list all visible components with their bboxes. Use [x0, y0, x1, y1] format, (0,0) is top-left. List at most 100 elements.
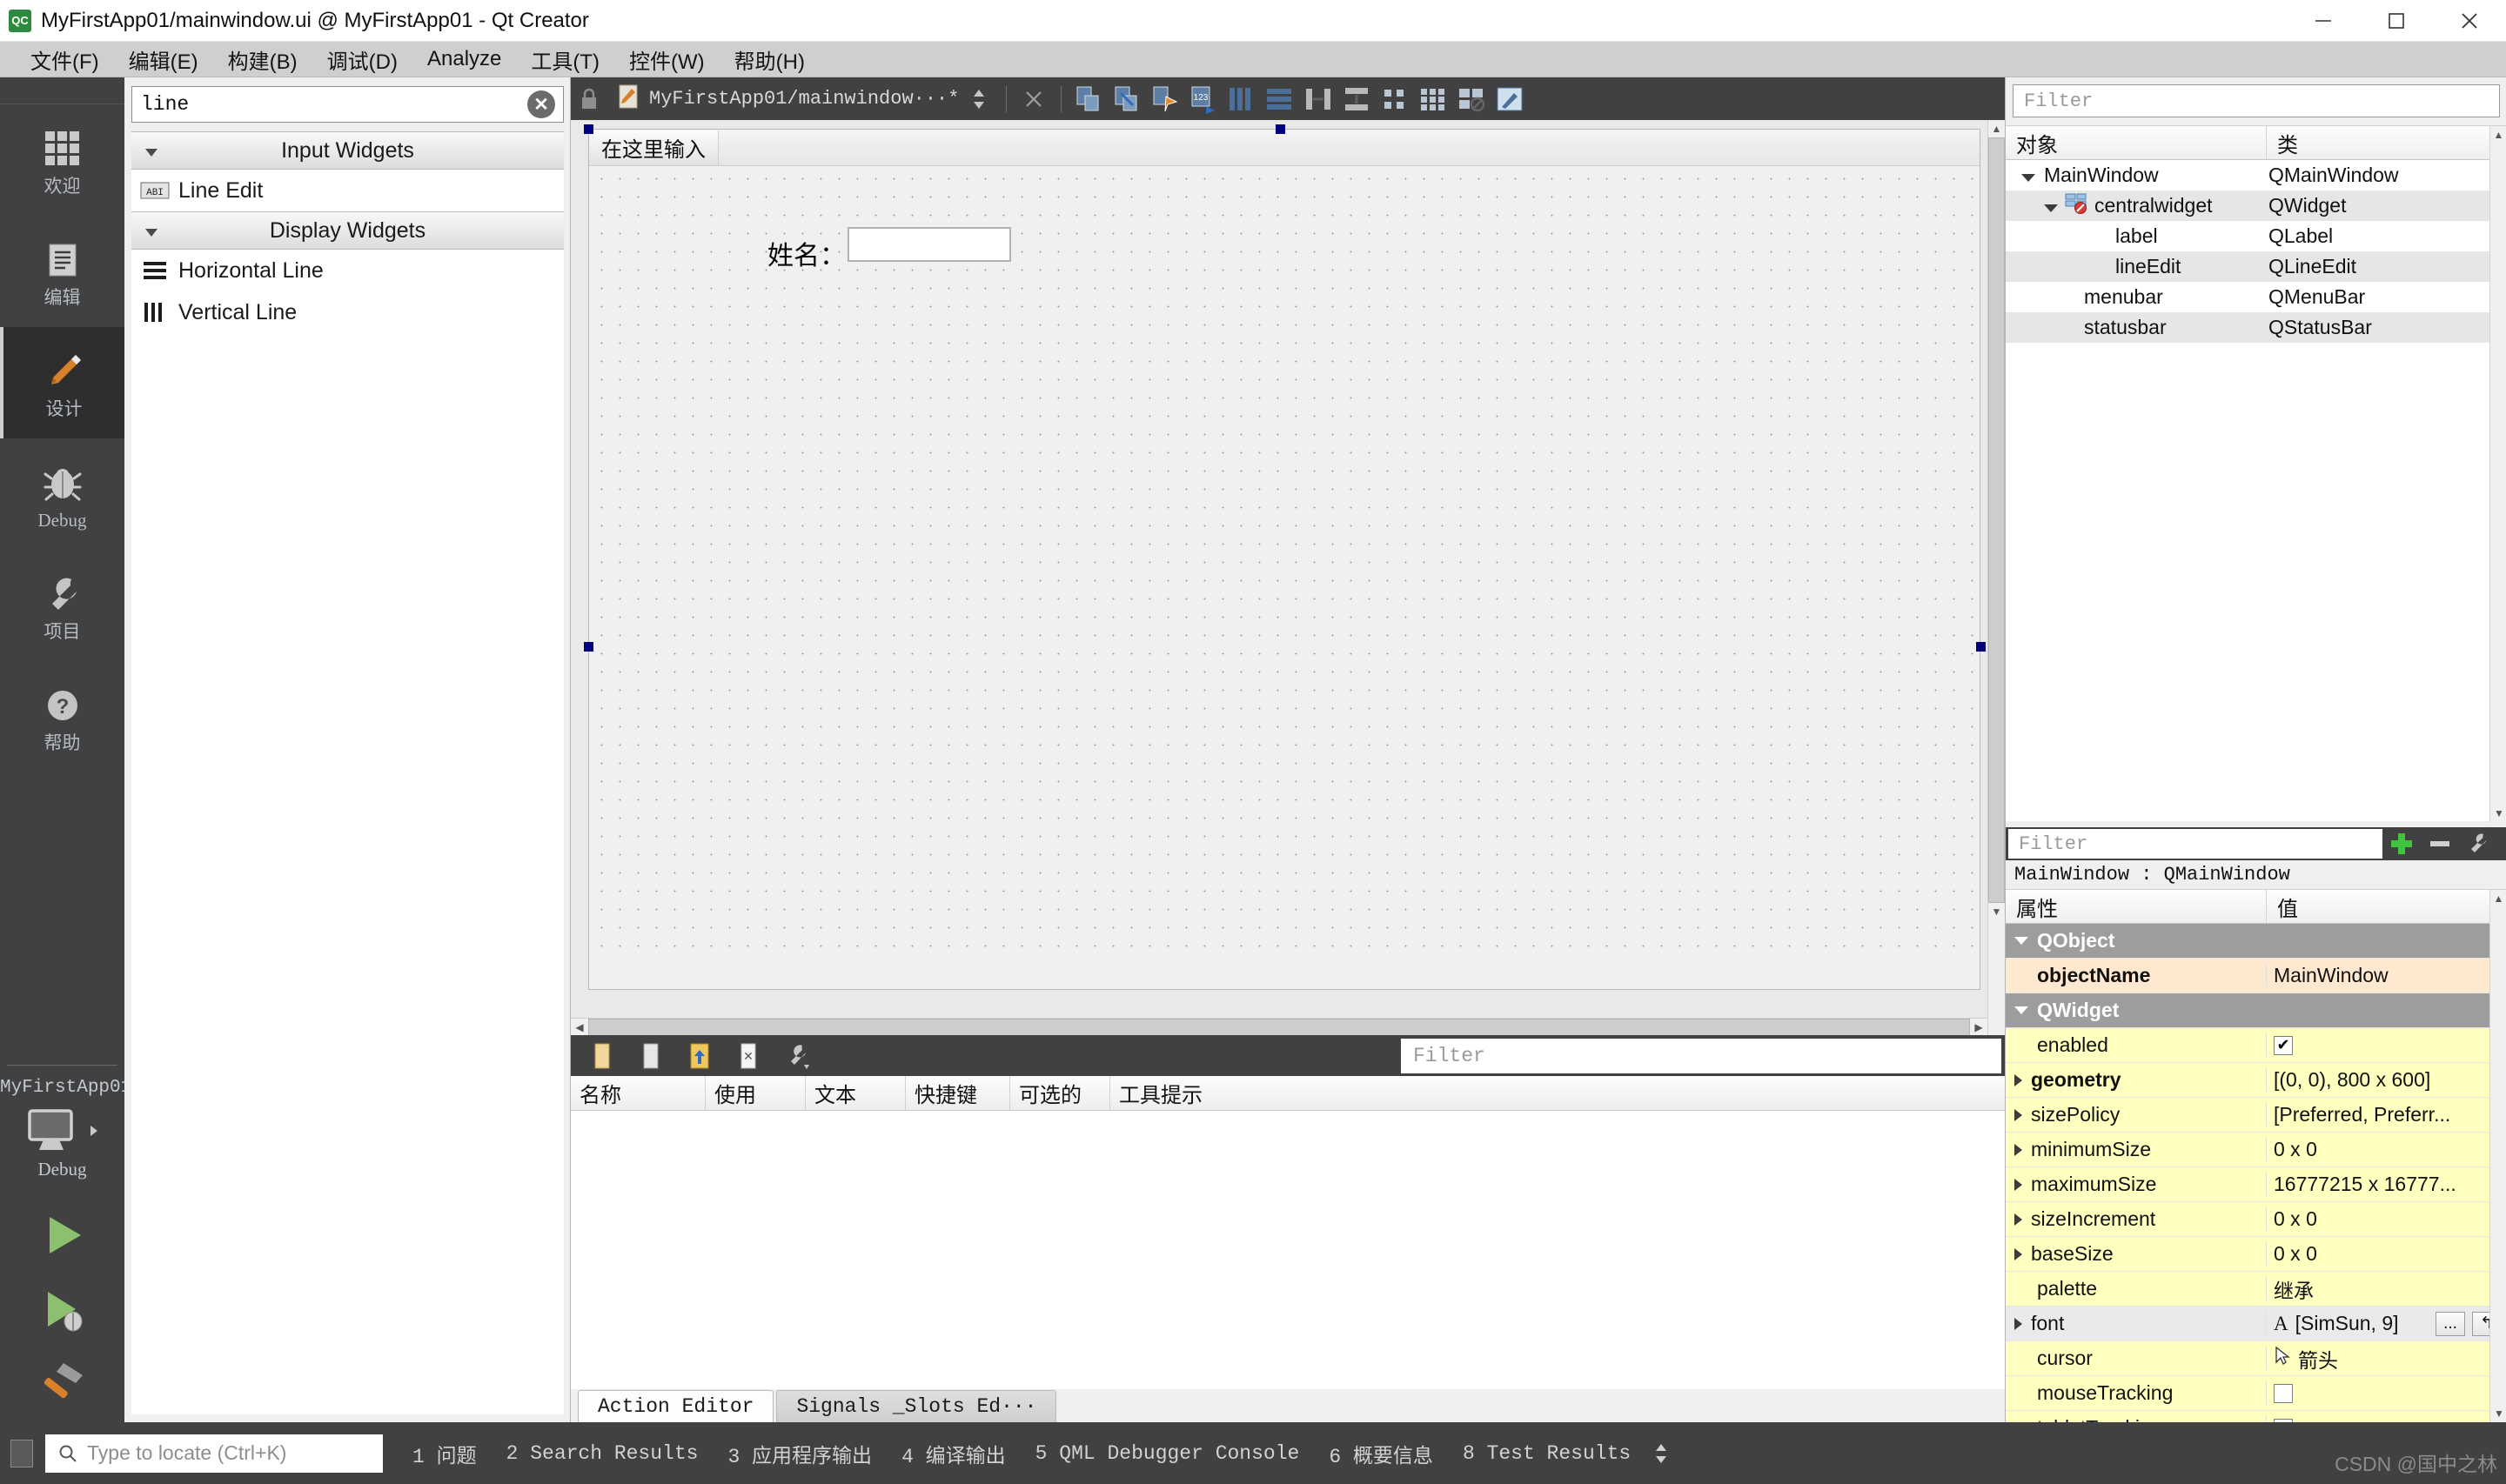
mousetracking-checkbox[interactable]: [2274, 1383, 2293, 1403]
minimize-button[interactable]: [2287, 0, 2360, 42]
property-row-sizeincrement[interactable]: sizeIncrement 0 x 0: [2006, 1202, 2506, 1237]
property-filter-input[interactable]: Filter: [2008, 829, 2382, 859]
new-action-icon[interactable]: [580, 1037, 625, 1075]
property-row-objectname[interactable]: objectName MainWindow: [2006, 959, 2506, 993]
menu-tools[interactable]: 工具(T): [516, 42, 614, 77]
scroll-down-arrow[interactable]: ▼: [1988, 903, 2005, 920]
layout-horizontal-icon[interactable]: [1223, 82, 1260, 117]
build-button[interactable]: [0, 1347, 124, 1422]
form-menubar[interactable]: 在这里输入: [589, 130, 1980, 166]
sidebar-item-welcome[interactable]: 欢迎: [0, 104, 124, 216]
form-canvas[interactable]: 在这里输入 姓名：: [571, 120, 2005, 1035]
copy-action-icon[interactable]: [628, 1037, 673, 1075]
object-row-mainwindow[interactable]: MainWindow QMainWindow: [2006, 160, 2506, 191]
form-centralwidget[interactable]: 姓名：: [589, 166, 1980, 949]
property-value[interactable]: [(0, 0), 800 x 600]: [2267, 1068, 2506, 1092]
kit-selector[interactable]: [0, 1103, 124, 1155]
output-pane-application-output[interactable]: 3 应用程序输出: [727, 1439, 872, 1468]
close-button[interactable]: [2433, 0, 2506, 42]
property-value[interactable]: 16777215 x 16777...: [2267, 1173, 2506, 1196]
menu-analyze[interactable]: Analyze: [412, 42, 516, 77]
tab-action-editor[interactable]: Action Editor: [578, 1390, 774, 1422]
close-document-icon[interactable]: [1015, 82, 1052, 117]
action-table-body[interactable]: [571, 1111, 2005, 1389]
column-checkable[interactable]: 可选的: [1010, 1075, 1110, 1111]
sidebar-item-design[interactable]: 设计: [0, 327, 124, 438]
property-editor-scrollbar[interactable]: ▲ ▼: [2489, 890, 2506, 1422]
resize-handle-top-left[interactable]: [584, 124, 593, 134]
edit-buddies-icon[interactable]: [1147, 82, 1183, 117]
scroll-up-arrow[interactable]: ▲: [2490, 890, 2506, 907]
menu-help[interactable]: 帮助(H): [720, 42, 820, 77]
property-row-enabled[interactable]: enabled ✔: [2006, 1028, 2506, 1063]
designed-mainwindow[interactable]: 在这里输入 姓名：: [588, 129, 1980, 990]
menu-widgets[interactable]: 控件(W): [614, 42, 720, 77]
edit-signals-slots-icon[interactable]: [1109, 82, 1145, 117]
property-value[interactable]: 0 x 0: [2267, 1138, 2506, 1161]
scroll-up-arrow[interactable]: ▲: [2490, 126, 2506, 144]
column-class[interactable]: 类: [2267, 126, 2506, 159]
open-document-chip[interactable]: MyFirstApp01/mainwindow···*: [609, 84, 959, 114]
layout-grid-icon[interactable]: [1415, 82, 1451, 117]
object-row-menubar[interactable]: menubar QMenuBar: [2006, 282, 2506, 312]
property-value[interactable]: 0 x 0: [2267, 1207, 2506, 1231]
adjust-size-icon[interactable]: [1491, 82, 1528, 117]
chevron-down-icon[interactable]: [2021, 164, 2035, 187]
widget-group-input-widgets[interactable]: Input Widgets: [131, 131, 564, 170]
object-inspector-scrollbar[interactable]: ▲ ▼: [2489, 126, 2506, 822]
property-row-cursor[interactable]: cursor 箭头: [2006, 1341, 2506, 1376]
sidebar-item-help[interactable]: ? 帮助: [0, 661, 124, 772]
edit-tab-order-icon[interactable]: 123: [1185, 82, 1222, 117]
widget-box-search[interactable]: ✕: [131, 86, 564, 123]
scroll-left-arrow[interactable]: ◀: [571, 1019, 588, 1036]
column-text[interactable]: 文本: [806, 1075, 906, 1111]
scroll-down-arrow[interactable]: ▼: [2490, 1405, 2506, 1422]
resize-handle-top-center[interactable]: [1276, 124, 1285, 134]
canvas-vertical-scrollbar[interactable]: ▲ ▼: [1987, 120, 2005, 1035]
property-row-basesize[interactable]: baseSize 0 x 0: [2006, 1237, 2506, 1272]
clear-icon[interactable]: ✕: [527, 90, 555, 118]
widget-item-vertical-line[interactable]: Vertical Line: [131, 291, 564, 333]
scroll-right-arrow[interactable]: ▶: [1970, 1019, 1987, 1036]
form-label-name[interactable]: 姓名：: [767, 234, 846, 272]
configure-wrench-icon[interactable]: [2459, 827, 2497, 860]
output-pane-compile-output[interactable]: 4 编译输出: [901, 1439, 1006, 1468]
property-row-mousetracking[interactable]: mouseTracking: [2006, 1376, 2506, 1411]
remove-icon[interactable]: [2421, 827, 2459, 860]
column-used[interactable]: 使用: [706, 1075, 806, 1111]
column-name[interactable]: 名称: [571, 1075, 706, 1111]
menu-edit[interactable]: 编辑(E): [114, 42, 213, 77]
locator-input[interactable]: Type to locate (Ctrl+K): [45, 1434, 383, 1473]
scroll-down-arrow[interactable]: ▼: [2490, 805, 2506, 822]
object-row-lineedit[interactable]: lineEdit QLineEdit: [2006, 251, 2506, 282]
layout-splitter-h-icon[interactable]: [1300, 82, 1337, 117]
toggle-sidebar-icon[interactable]: [10, 1439, 33, 1467]
sidebar-item-edit[interactable]: 编辑: [0, 216, 124, 327]
output-pane-test-results[interactable]: 8 Test Results: [1463, 1442, 1631, 1465]
property-value[interactable]: 0 x 0: [2267, 1242, 2506, 1266]
output-pane-general-messages[interactable]: 6 概要信息: [1329, 1439, 1433, 1468]
property-value[interactable]: [Preferred, Preferr...: [2267, 1103, 2506, 1126]
resize-handle-left-middle[interactable]: [584, 642, 593, 652]
add-icon[interactable]: [2382, 827, 2421, 860]
property-value[interactable]: MainWindow: [2267, 964, 2506, 987]
paste-action-icon[interactable]: [677, 1037, 722, 1075]
output-pane-qml-debugger-console[interactable]: 5 QML Debugger Console: [1035, 1442, 1300, 1465]
delete-action-icon[interactable]: ✕: [726, 1037, 771, 1075]
widget-item-line-edit[interactable]: ABI Line Edit: [131, 170, 564, 211]
property-value[interactable]: 继承: [2267, 1274, 2506, 1304]
column-property[interactable]: 属性: [2006, 890, 2267, 923]
property-row-minimumsize[interactable]: minimumSize 0 x 0: [2006, 1133, 2506, 1167]
form-menu-placeholder[interactable]: 在这里输入: [589, 130, 719, 165]
form-lineedit[interactable]: [848, 227, 1011, 262]
break-layout-icon[interactable]: [1453, 82, 1490, 117]
layout-vertical-icon[interactable]: [1262, 82, 1298, 117]
object-inspector-filter[interactable]: Filter: [2013, 84, 2500, 117]
widget-item-horizontal-line[interactable]: Horizontal Line: [131, 250, 564, 291]
run-button[interactable]: [0, 1198, 124, 1273]
sidebar-item-projects[interactable]: 项目: [0, 550, 124, 661]
layout-splitter-v-icon[interactable]: [1338, 82, 1375, 117]
layout-form-icon[interactable]: [1377, 82, 1413, 117]
property-value[interactable]: 箭头: [2298, 1344, 2338, 1374]
menu-debug[interactable]: 调试(D): [312, 42, 412, 77]
